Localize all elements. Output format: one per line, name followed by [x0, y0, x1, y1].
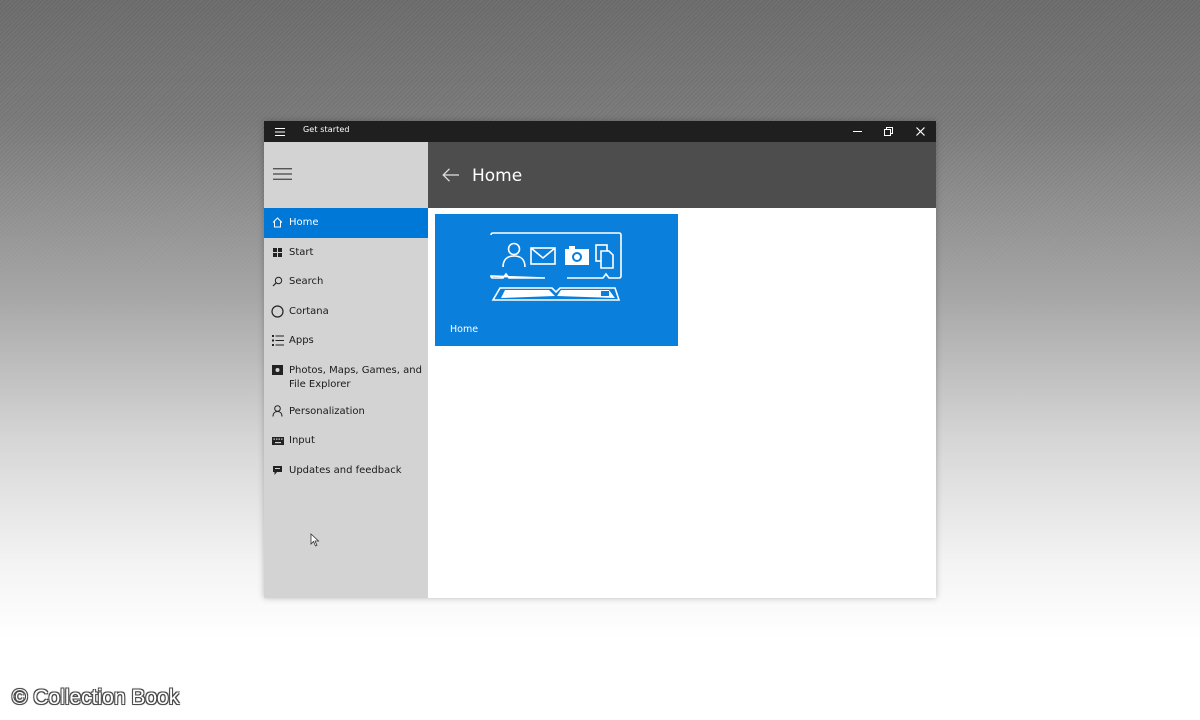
copyright-watermark: © Collection Book	[12, 686, 180, 709]
apps-list-icon	[271, 334, 284, 347]
nav-item-apps[interactable]: Apps	[264, 326, 428, 356]
home-tile[interactable]: Home	[435, 214, 678, 346]
nav-item-label: Cortana	[289, 305, 329, 317]
minimize-button[interactable]	[842, 121, 872, 142]
nav-item-label: Personalization	[289, 405, 365, 417]
nav-list: Home Start Search Cortana Apps Photos, M…	[264, 208, 428, 485]
nav-item-search[interactable]: Search	[264, 267, 428, 297]
page-title: Home	[472, 166, 523, 186]
nav-item-label: Start	[289, 246, 314, 258]
nav-item-personalization[interactable]: Personalization	[264, 397, 428, 427]
nav-item-cortana[interactable]: Cortana	[264, 297, 428, 327]
navigation-pane: Home Start Search Cortana Apps Photos, M…	[264, 142, 428, 598]
tile-label: Home	[450, 324, 479, 335]
nav-item-home[interactable]: Home	[264, 208, 428, 238]
search-icon	[271, 275, 284, 288]
person-icon	[271, 405, 284, 418]
hamburger-menu-icon[interactable]	[271, 164, 293, 184]
nav-item-label: Photos, Maps, Games, and File Explorer	[289, 364, 422, 390]
nav-item-label: Input	[289, 435, 315, 446]
nav-item-label: Home	[289, 217, 319, 228]
home-icon	[271, 216, 284, 229]
close-button[interactable]	[905, 121, 935, 142]
title-bar: Get started	[264, 121, 936, 142]
app-window: Get started Home Start Search Cortana Ap…	[264, 121, 936, 598]
nav-item-photos-maps-games[interactable]: Photos, Maps, Games, and File Explorer	[264, 356, 428, 397]
photo-icon	[271, 364, 284, 377]
nav-item-label: Updates and feedback	[289, 464, 402, 476]
nav-item-start[interactable]: Start	[264, 238, 428, 268]
nav-item-input[interactable]: Input	[264, 426, 428, 456]
feedback-icon	[271, 464, 284, 477]
home-illustration-icon	[490, 232, 622, 301]
back-arrow-icon[interactable]	[440, 166, 462, 184]
nav-item-label: Apps	[289, 335, 314, 346]
menu-icon[interactable]	[272, 124, 288, 139]
main-content: Home	[428, 208, 936, 598]
cortana-circle-icon	[271, 304, 284, 318]
page-header: Home	[428, 142, 936, 208]
keyboard-icon	[271, 434, 284, 447]
start-grid-icon	[271, 246, 284, 259]
mouse-cursor-icon	[310, 532, 322, 547]
nav-item-label: Search	[289, 276, 324, 287]
nav-item-updates-feedback[interactable]: Updates and feedback	[264, 456, 428, 486]
restore-button[interactable]	[873, 121, 903, 142]
window-title: Get started	[303, 125, 350, 134]
